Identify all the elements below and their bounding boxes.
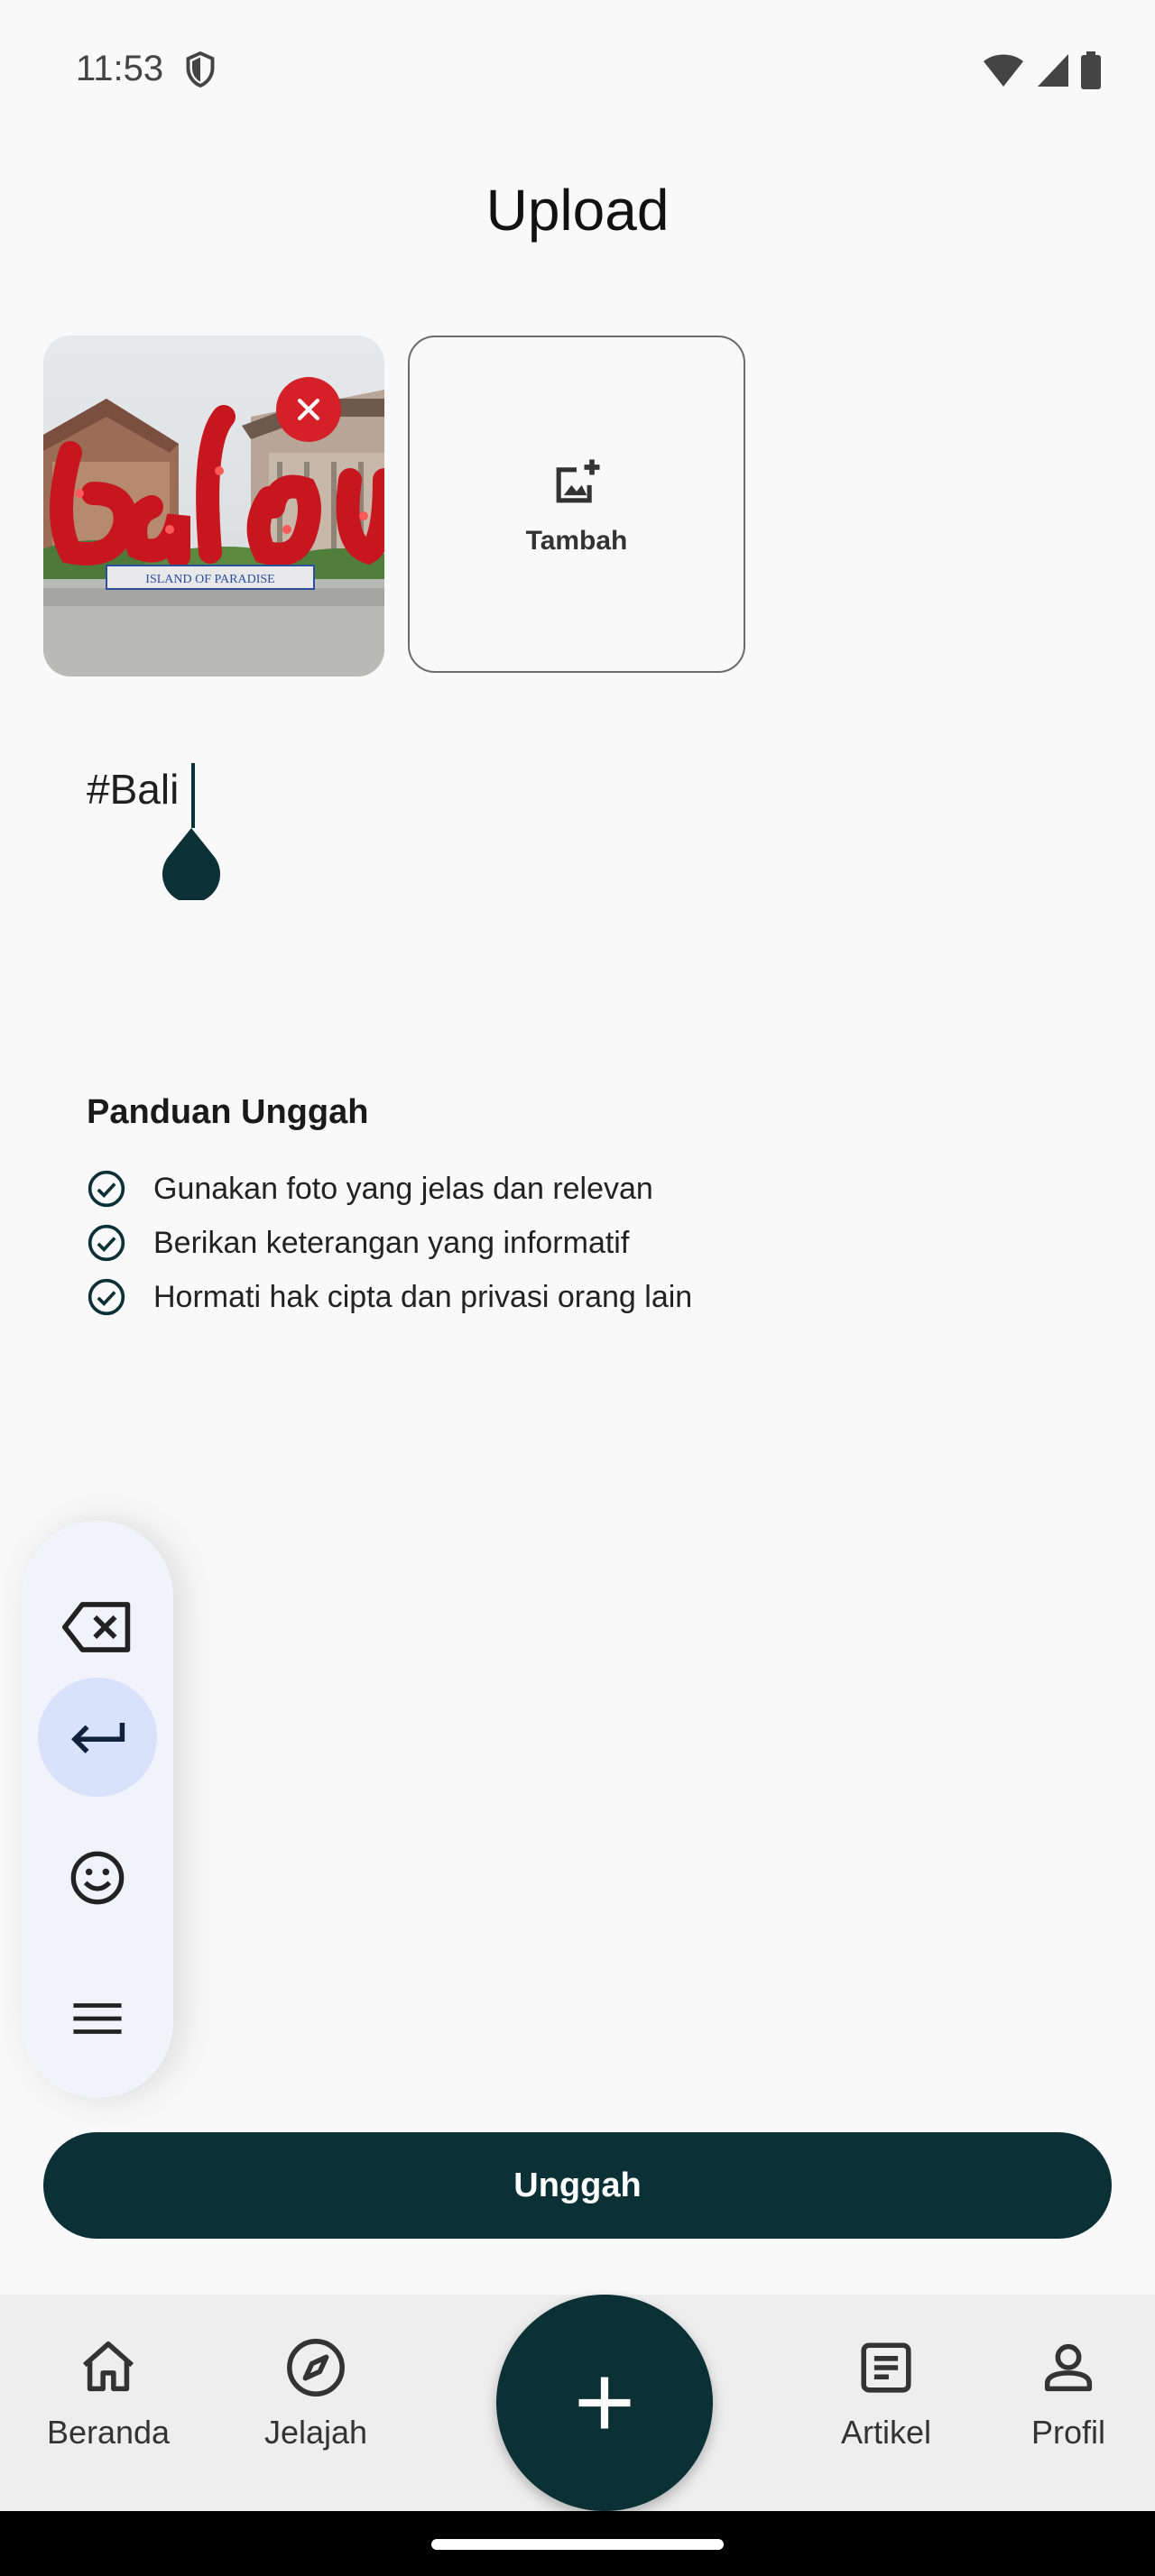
guidelines-title: Panduan Unggah — [87, 1093, 369, 1131]
plus-icon — [578, 2377, 631, 2429]
photo-thumbnail[interactable]: ISLAND OF PARADISE — [43, 336, 384, 676]
enter-button[interactable] — [38, 1678, 157, 1797]
menu-icon — [73, 2003, 122, 2034]
upload-submit-button[interactable]: Unggah — [43, 2132, 1112, 2239]
svg-text:ISLAND OF PARADISE: ISLAND OF PARADISE — [145, 573, 274, 586]
nav-item-profil[interactable]: Profil — [1005, 2336, 1132, 2452]
bali-photo-image: ISLAND OF PARADISE — [43, 336, 384, 676]
backspace-button[interactable] — [38, 1568, 157, 1687]
guideline-item: Berikan keterangan yang informatif — [87, 1216, 692, 1270]
guideline-item: Hormati hak cipta dan privasi orang lain — [87, 1270, 692, 1324]
status-time: 11:53 — [76, 49, 164, 88]
guideline-text: Gunakan foto yang jelas dan relevan — [153, 1171, 653, 1206]
close-icon — [297, 398, 320, 421]
guideline-text: Berikan keterangan yang informatif — [153, 1225, 630, 1260]
check-circle-icon — [88, 1170, 125, 1208]
person-icon — [1044, 2343, 1093, 2392]
text-cursor — [191, 763, 195, 828]
add-photo-icon — [556, 459, 600, 503]
caption-input[interactable]: #Bali — [87, 765, 179, 814]
check-circle-icon — [88, 1224, 125, 1262]
nav-item-jelajah[interactable]: Jelajah — [253, 2336, 379, 2452]
emoji-icon — [70, 1851, 125, 1905]
status-bar: 11:53 — [0, 0, 1155, 135]
compass-icon — [287, 2339, 345, 2397]
status-icons — [982, 51, 1101, 90]
nav-label: Beranda — [46, 2414, 171, 2451]
menu-button[interactable] — [38, 1959, 157, 2078]
wifi-icon — [984, 54, 1023, 87]
signal-icon — [1038, 54, 1068, 87]
guideline-text: Hormati hak cipta dan privasi orang lain — [153, 1279, 693, 1314]
nav-label: Jelajah — [263, 2414, 368, 2451]
backspace-icon — [62, 1602, 131, 1652]
keyboard-toolbar — [22, 1521, 173, 2098]
upload-fab-button[interactable] — [496, 2295, 713, 2511]
cursor-handle[interactable] — [161, 828, 222, 900]
add-photo-label: Tambah — [525, 526, 628, 556]
nav-item-artikel[interactable]: Artikel — [823, 2336, 949, 2452]
home-gesture-handle[interactable] — [431, 2539, 724, 2550]
remove-photo-button[interactable] — [276, 377, 341, 442]
enter-icon — [70, 1723, 125, 1753]
battery-icon — [1081, 51, 1101, 89]
home-icon — [82, 2341, 134, 2392]
page-title: Upload — [485, 178, 670, 243]
nav-label: Profil — [1030, 2414, 1106, 2451]
guideline-item: Gunakan foto yang jelas dan relevan — [87, 1162, 692, 1216]
nav-label: Artikel — [840, 2414, 932, 2451]
shield-icon — [186, 51, 215, 88]
guidelines-list: Gunakan foto yang jelas dan relevan Beri… — [87, 1162, 692, 1324]
emoji-button[interactable] — [38, 1818, 157, 1937]
article-icon — [861, 2342, 911, 2393]
add-photo-button[interactable]: Tambah — [408, 336, 745, 673]
check-circle-icon — [88, 1278, 125, 1316]
nav-item-beranda[interactable]: Beranda — [45, 2336, 171, 2452]
